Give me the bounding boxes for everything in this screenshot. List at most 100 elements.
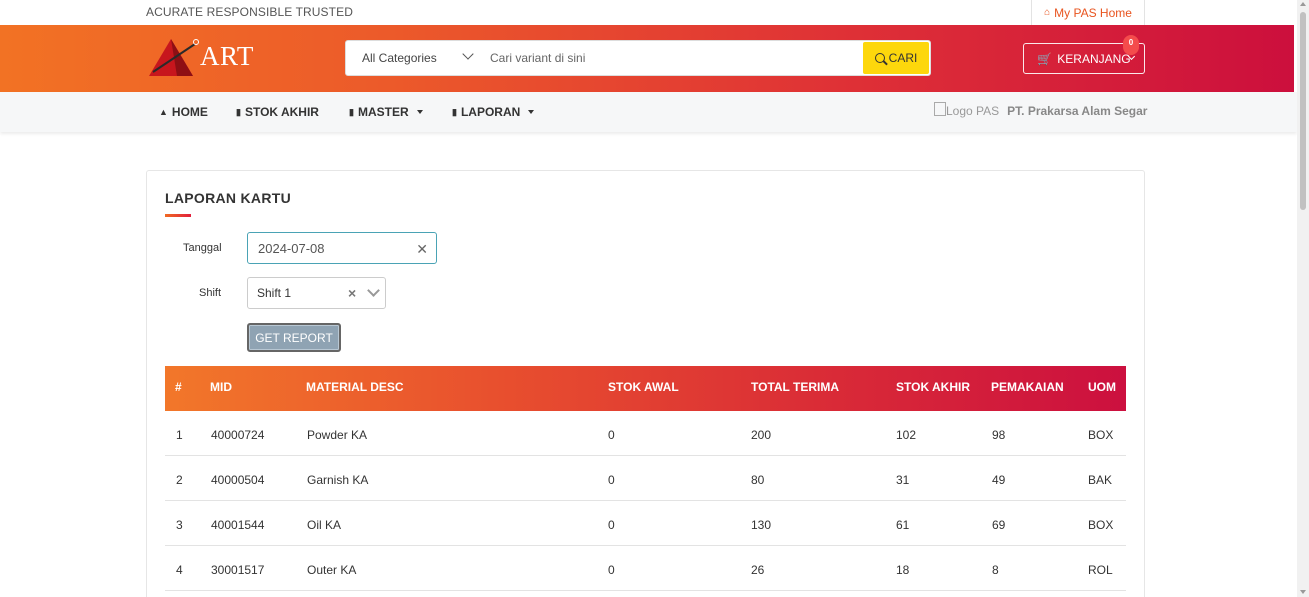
- table-cell: BOX: [1088, 518, 1114, 532]
- table-cell: Outer KA: [307, 563, 357, 577]
- table-row: 3 40001544 Oil KA 0 130 61 69 BOX: [165, 501, 1126, 546]
- table-cell: Garnish KA: [307, 473, 369, 487]
- table-row: 1 40000724 Powder KA 0 200 102 98 BOX: [165, 411, 1126, 456]
- book-icon: ▮: [349, 106, 354, 117]
- caret-down-icon: [528, 110, 535, 114]
- table-cell: 31: [896, 473, 910, 487]
- book-icon: ▮: [452, 106, 457, 117]
- nav-item-master[interactable]: ▮ MASTER: [349, 105, 423, 119]
- column-header: UOM: [1088, 380, 1116, 394]
- table-row: 2 40000504 Garnish KA 0 80 31 49 BAK: [165, 456, 1126, 501]
- column-header: STOK AWAL: [608, 380, 679, 394]
- table-cell: BOX: [1088, 428, 1114, 442]
- column-header: #: [175, 380, 182, 394]
- my-pas-home-link[interactable]: ⌂ My PAS Home: [1031, 0, 1145, 25]
- tagline: ACURATE RESPONSIBLE TRUSTED: [146, 5, 353, 19]
- table-cell: 102: [896, 428, 917, 442]
- date-input-value: 2024-07-08: [258, 240, 325, 256]
- table-cell: BAK: [1088, 473, 1113, 487]
- shift-select[interactable]: Shift 1 ×: [247, 277, 386, 309]
- table-cell: 200: [751, 428, 772, 442]
- table-cell: 30001517: [211, 563, 265, 577]
- nav-item-label: LAPORAN: [460, 105, 521, 119]
- scroll-down-arrow-icon[interactable]: [1300, 590, 1306, 594]
- table-cell: 8: [992, 563, 999, 577]
- table-cell: 61: [896, 518, 910, 532]
- header: ART All Categories CARI 🛒 KERANJANG 0: [0, 25, 1294, 92]
- title-underline: [165, 214, 191, 217]
- nav-item-stok-akhir[interactable]: ▮ STOK AKHIR: [236, 105, 319, 119]
- chevron-down-icon[interactable]: [367, 284, 380, 297]
- table-cell: 0: [608, 563, 615, 577]
- caret-down-icon: [416, 110, 423, 114]
- shift-select-value: Shift 1: [257, 286, 292, 300]
- table-row: 4 30001517 Outer KA 0 26 18 8 ROL: [165, 546, 1126, 591]
- house-icon: ⌂: [1044, 7, 1051, 18]
- table-header: # MID MATERIAL DESC STOK AWAL TOTAL TERI…: [165, 366, 1126, 411]
- top-bar: ACURATE RESPONSIBLE TRUSTED ⌂ My PAS Hom…: [0, 0, 1297, 25]
- logo[interactable]: ART: [147, 36, 257, 78]
- cart-icon: 🛒: [1037, 51, 1053, 66]
- category-select[interactable]: All Categories: [346, 41, 482, 75]
- search-button[interactable]: CARI: [863, 42, 929, 74]
- table-cell: 4: [176, 563, 183, 577]
- my-pas-home-label: My PAS Home: [1054, 5, 1132, 20]
- table-cell: 0: [608, 473, 615, 487]
- nav-item-laporan[interactable]: ▮ LAPORAN: [452, 105, 535, 119]
- main-nav: ▲ HOME ▮ STOK AKHIR ▮ MASTER ▮ LAPORAN L…: [0, 92, 1297, 132]
- table-cell: 1: [176, 428, 183, 442]
- search-input[interactable]: [482, 41, 862, 75]
- category-select-value: All Categories: [362, 51, 437, 65]
- table-cell: Powder KA: [307, 428, 368, 442]
- table-cell: 26: [751, 563, 765, 577]
- table-cell: 18: [896, 563, 910, 577]
- table-cell: 69: [992, 518, 1006, 532]
- table-cell: 0: [608, 518, 615, 532]
- clear-icon[interactable]: ✕: [416, 241, 428, 258]
- broken-image-icon: [934, 102, 946, 116]
- book-icon: ▮: [236, 106, 241, 117]
- company-info: Logo PAS PT. Prakarsa Alam Segar: [934, 102, 1147, 118]
- logo-alt-text: Logo PAS: [946, 104, 1000, 118]
- get-report-button[interactable]: GET REPORT: [247, 323, 341, 352]
- table-cell: ROL: [1088, 563, 1113, 577]
- column-header: PEMAKAIAN: [991, 380, 1064, 394]
- scroll-up-arrow-icon[interactable]: [1300, 2, 1306, 6]
- table-cell: 2: [176, 473, 183, 487]
- nav-item-home[interactable]: ▲ HOME: [159, 105, 208, 119]
- table-cell: 40001544: [211, 518, 265, 532]
- column-header: MATERIAL DESC: [306, 380, 404, 394]
- table-cell: 3: [176, 518, 183, 532]
- table-cell: 40000724: [211, 428, 265, 442]
- search-bar: All Categories CARI: [345, 40, 931, 76]
- report-table: # MID MATERIAL DESC STOK AWAL TOTAL TERI…: [165, 366, 1126, 591]
- clear-icon[interactable]: ×: [348, 285, 356, 301]
- tanggal-label: Tanggal: [183, 242, 222, 254]
- chevron-down-icon: [462, 48, 474, 60]
- page-title: LAPORAN KARTU: [165, 190, 292, 206]
- logo-triangle-icon: [149, 39, 199, 76]
- graduation-cap-icon: ▲: [159, 107, 168, 117]
- cart-label: KERANJANG: [1057, 51, 1131, 66]
- column-header: STOK AKHIR: [896, 380, 971, 394]
- table-cell: 40000504: [211, 473, 265, 487]
- nav-item-label: HOME: [171, 105, 208, 119]
- scrollbar-thumb[interactable]: [1300, 12, 1306, 210]
- date-input[interactable]: 2024-07-08 ✕: [247, 232, 437, 264]
- table-cell: Oil KA: [307, 518, 342, 532]
- broken-image-logo: Logo PAS: [934, 102, 1000, 118]
- table-cell: 0: [608, 428, 615, 442]
- search-icon: [874, 53, 885, 63]
- report-card: LAPORAN KARTU Tanggal 2024-07-08 ✕ Shift…: [146, 170, 1145, 597]
- table-cell: 80: [751, 473, 765, 487]
- page-scrollbar[interactable]: [1297, 0, 1309, 597]
- table-cell: 98: [992, 428, 1006, 442]
- shift-label: Shift: [199, 287, 222, 299]
- column-header: MID: [210, 380, 232, 394]
- nav-item-label: MASTER: [357, 105, 409, 119]
- nav-item-label: STOK AKHIR: [244, 105, 319, 119]
- table-cell: 130: [751, 518, 772, 532]
- cart-count-badge: 0: [1123, 35, 1139, 55]
- search-button-label: CARI: [888, 51, 918, 65]
- table-cell: 49: [992, 473, 1006, 487]
